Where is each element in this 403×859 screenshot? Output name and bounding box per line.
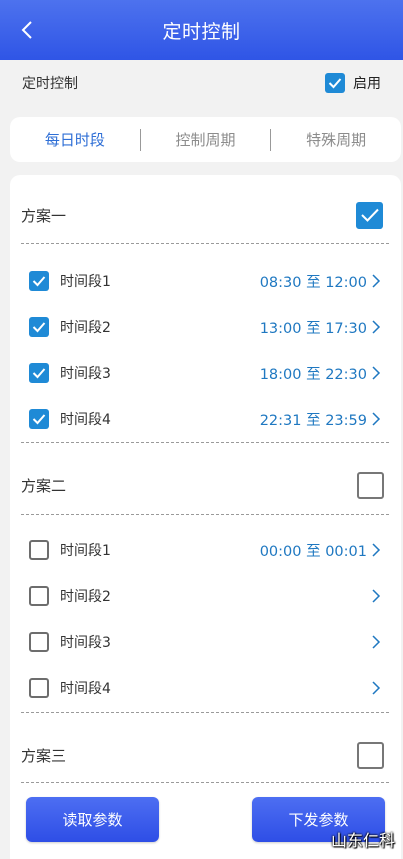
top-bar: 定时控制: [0, 0, 403, 60]
segment-time[interactable]: 00:00 至 00:01: [260, 540, 381, 561]
divider: [21, 442, 389, 443]
tab-bar: 每日时段 控制周期 特殊周期: [10, 117, 401, 162]
time-segment-row[interactable]: 时间段4 22:31 至 23:59: [29, 404, 381, 434]
timer-control-row: 定时控制 启用: [0, 60, 403, 106]
time-segment-row[interactable]: 时间段1 00:00 至 00:01: [29, 535, 381, 565]
tab-daily-periods[interactable]: 每日时段: [10, 129, 140, 150]
chevron-left-icon: [21, 21, 32, 39]
segment-label: 时间段2: [60, 320, 111, 336]
segment-label: 时间段2: [60, 589, 111, 605]
segment-checkbox[interactable]: [29, 271, 49, 291]
time-segment-row[interactable]: 时间段3 18:00 至 22:30: [29, 358, 381, 388]
check-icon: [32, 368, 46, 379]
plan-row-1: 方案一: [21, 200, 389, 230]
chevron-right-icon: [372, 589, 381, 603]
enable-toggle[interactable]: 启用: [325, 73, 381, 93]
check-icon: [32, 276, 46, 287]
back-button[interactable]: [14, 16, 40, 44]
plan-row-2: 方案二: [21, 470, 389, 500]
check-icon: [32, 322, 46, 333]
time-segment-row[interactable]: 时间段2 13:00 至 17:30: [29, 312, 381, 342]
chevron-right-icon: [372, 274, 381, 288]
segment-time[interactable]: 18:00 至 22:30: [260, 363, 381, 384]
plans-card: 方案一 时间段1 08:30 至 12:00 时间段2 13:00 至 17:3…: [10, 175, 401, 859]
segment-time-text: 00:00 至 00:01: [259, 543, 367, 560]
segment-label: 时间段3: [60, 366, 111, 382]
segment-checkbox[interactable]: [29, 540, 49, 560]
tab-special-cycle[interactable]: 特殊周期: [271, 129, 401, 150]
check-icon: [360, 208, 379, 222]
time-segment-row[interactable]: 时间段1 08:30 至 12:00: [29, 266, 381, 296]
segment-time[interactable]: 13:00 至 17:30: [260, 317, 381, 338]
segment-time-text: 08:30 至 12:00: [259, 274, 367, 291]
chevron-right-icon: [372, 320, 381, 334]
time-segment-row[interactable]: 时间段4: [29, 673, 381, 703]
segment-label: 时间段1: [60, 274, 111, 290]
segment-time[interactable]: [367, 681, 381, 695]
plan-row-3: 方案三: [21, 740, 389, 770]
segment-label: 时间段1: [60, 543, 111, 559]
segment-label: 时间段4: [60, 412, 111, 428]
segment-checkbox[interactable]: [29, 678, 49, 698]
segment-label: 时间段4: [60, 681, 111, 697]
plan-1-checkbox[interactable]: [356, 201, 383, 229]
segment-time-text: 18:00 至 22:30: [259, 366, 367, 383]
segment-checkbox[interactable]: [29, 317, 49, 337]
enable-label: 启用: [353, 76, 381, 92]
divider: [21, 243, 389, 244]
segment-time[interactable]: 08:30 至 12:00: [260, 271, 381, 292]
time-segment-row[interactable]: 时间段3: [29, 627, 381, 657]
chevron-right-icon: [372, 681, 381, 695]
segment-time[interactable]: [367, 635, 381, 649]
watermark: 山东仁科: [330, 831, 395, 850]
check-icon: [32, 414, 46, 425]
segment-time-text: 13:00 至 17:30: [259, 320, 367, 337]
divider: [21, 712, 389, 713]
page-title: 定时控制: [162, 20, 241, 43]
segment-time[interactable]: [367, 589, 381, 603]
divider: [21, 514, 389, 515]
plan-3-checkbox[interactable]: [357, 741, 384, 769]
chevron-right-icon: [372, 635, 381, 649]
chevron-right-icon: [372, 543, 381, 557]
plan-title: 方案三: [21, 746, 67, 765]
segment-checkbox[interactable]: [29, 363, 49, 383]
chevron-right-icon: [372, 366, 381, 380]
check-icon: [328, 78, 342, 89]
read-params-button[interactable]: 读取参数: [26, 797, 159, 842]
divider: [21, 782, 389, 783]
segment-checkbox[interactable]: [29, 586, 49, 606]
plan-title: 方案二: [21, 476, 67, 495]
chevron-right-icon: [372, 412, 381, 426]
segment-time-text: 22:31 至 23:59: [259, 412, 367, 429]
timer-control-label: 定时控制: [22, 76, 78, 92]
segment-checkbox[interactable]: [29, 409, 49, 429]
segment-label: 时间段3: [60, 635, 111, 651]
time-segment-row[interactable]: 时间段2: [29, 581, 381, 611]
plan-title: 方案一: [21, 206, 67, 225]
segment-checkbox[interactable]: [29, 632, 49, 652]
enable-checkbox[interactable]: [325, 73, 345, 93]
plan-2-checkbox[interactable]: [357, 471, 384, 499]
segment-time[interactable]: 22:31 至 23:59: [260, 409, 381, 430]
tab-control-cycle[interactable]: 控制周期: [141, 129, 271, 150]
